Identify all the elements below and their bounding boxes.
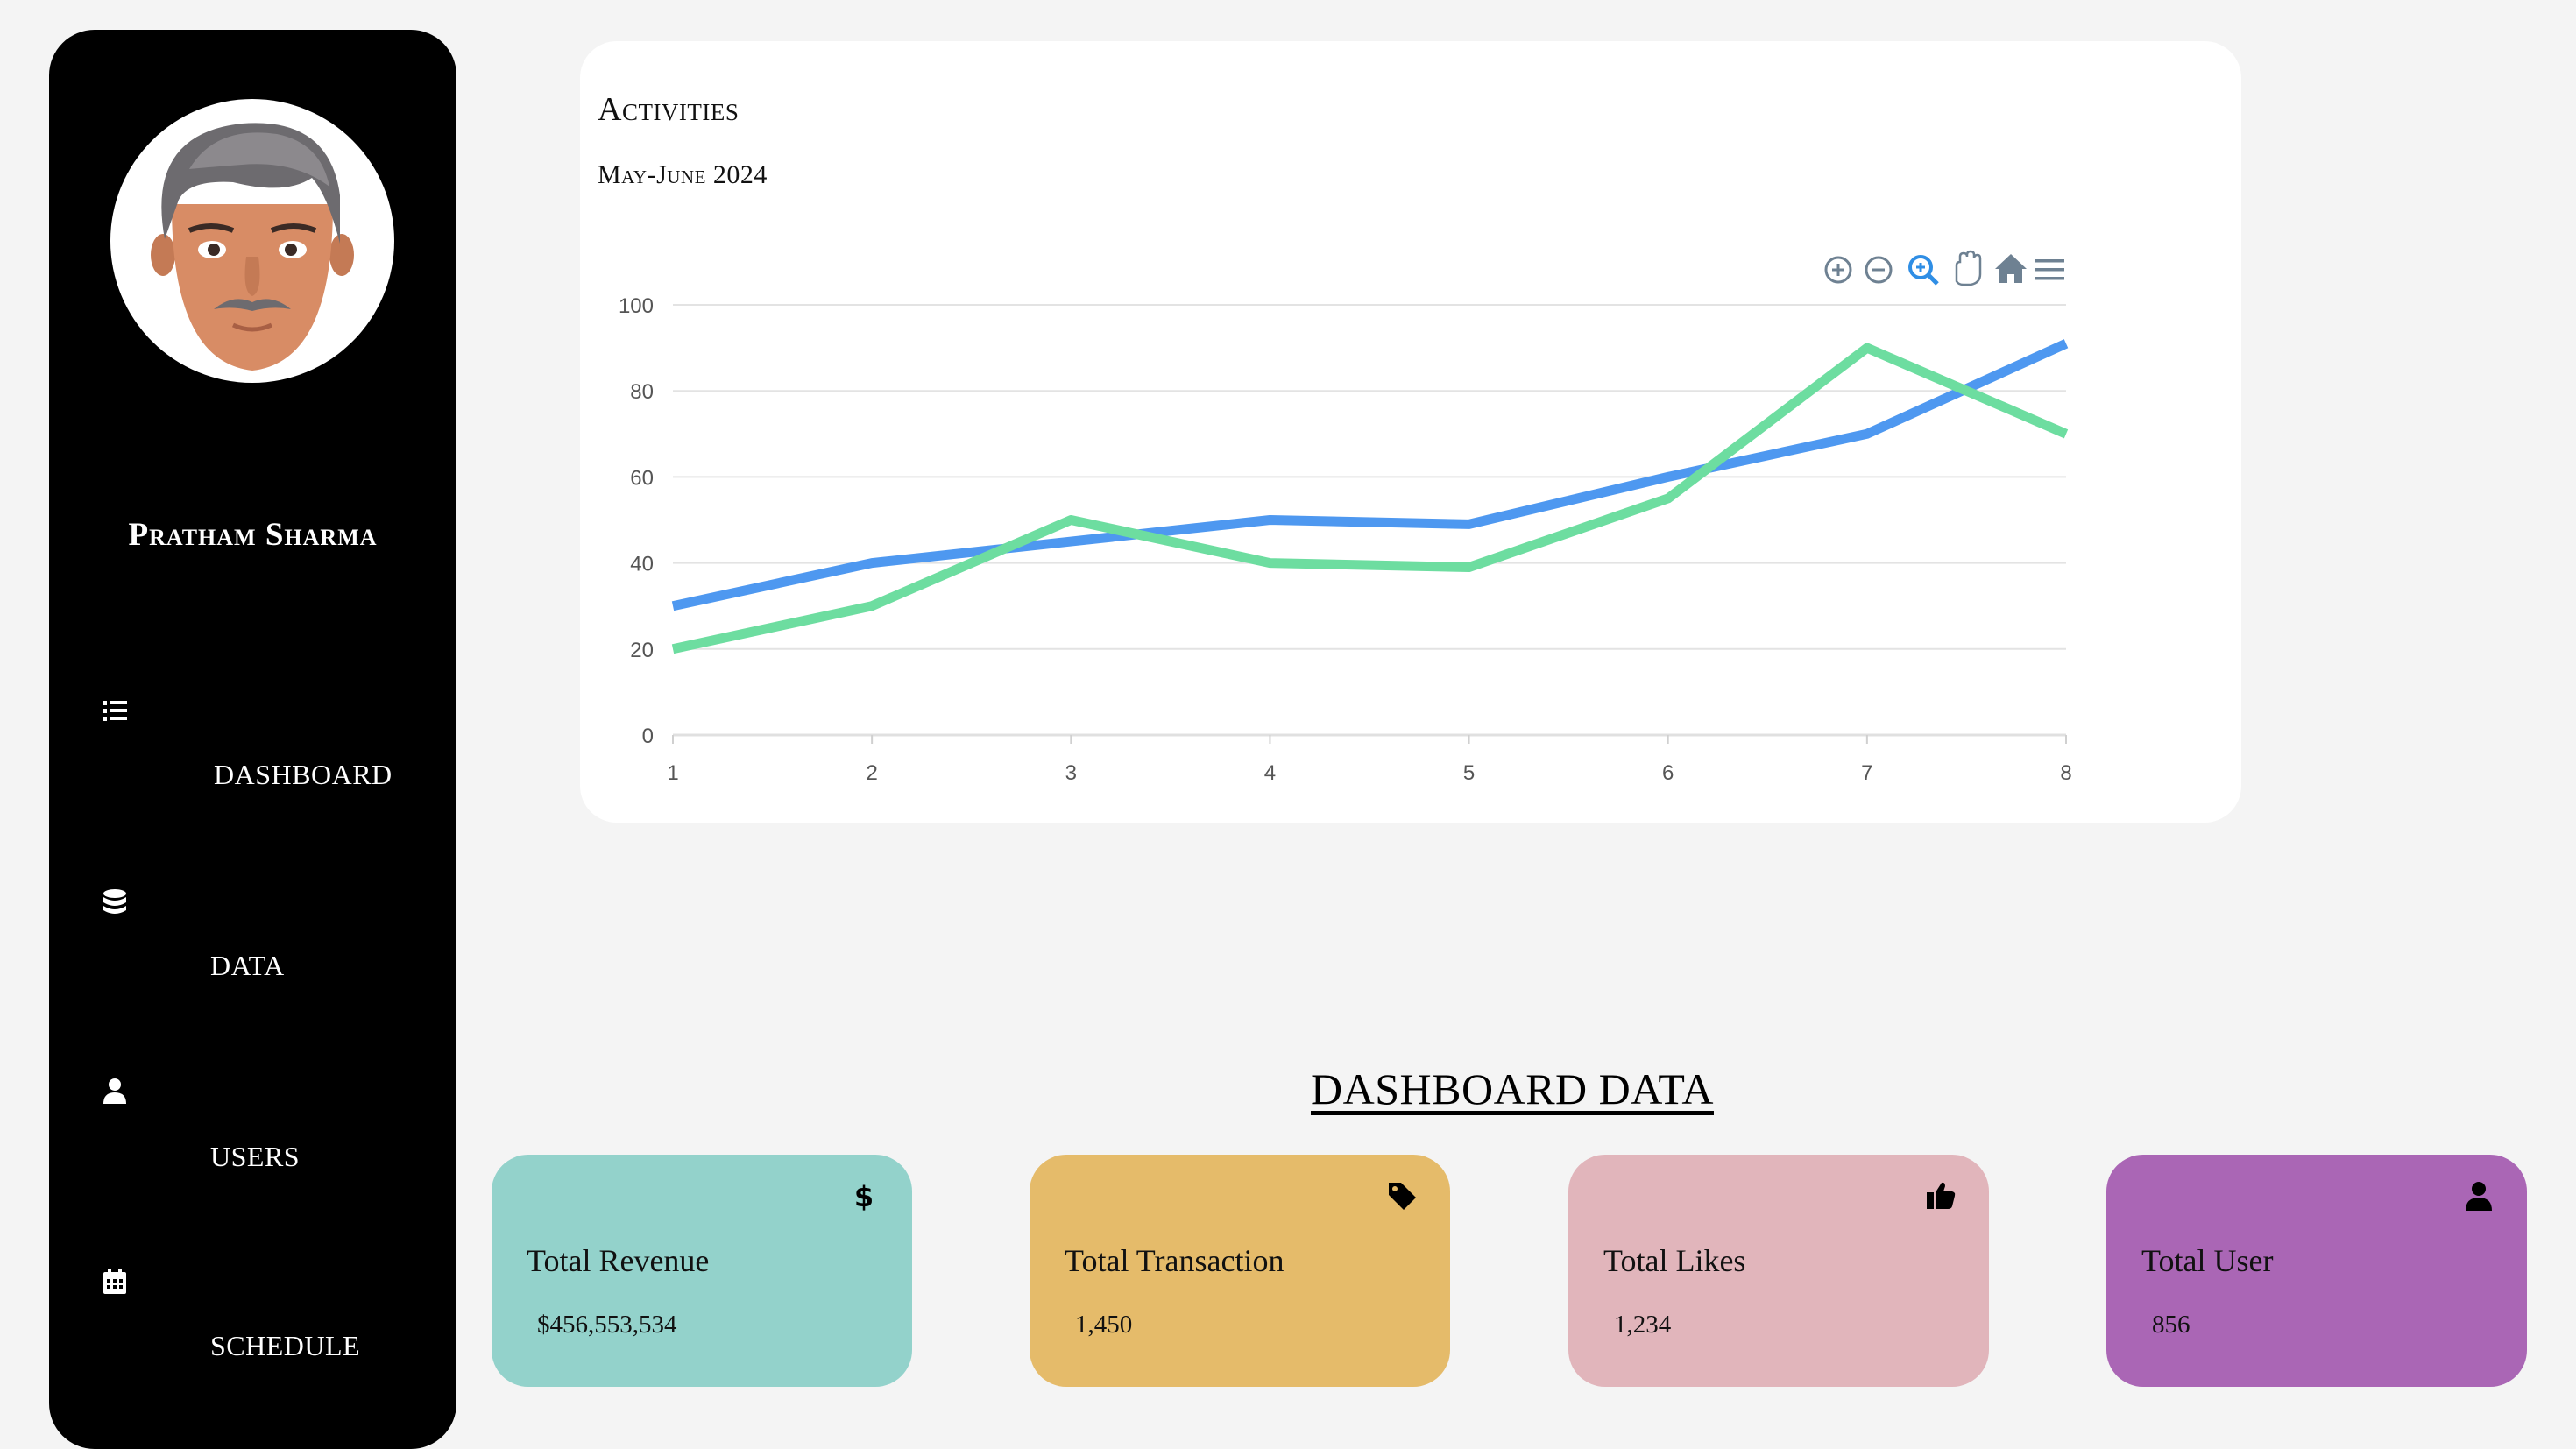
thumbs-up-icon: [1924, 1179, 1957, 1212]
chart-toolbar: [1824, 250, 2064, 286]
sidebar-item-label: SCHEDULE: [210, 1330, 361, 1361]
sidebar-item-label: USERS: [210, 1141, 301, 1172]
stat-value: 1,234: [1614, 1311, 1672, 1339]
stat-value: 1,450: [1075, 1311, 1133, 1339]
total-likes-card: Total Likes 1,234: [1568, 1155, 1989, 1387]
sidebar-item-label: DASHBOARD: [214, 759, 393, 790]
stat-label: Total User: [2141, 1243, 2274, 1278]
line-chart: 0 20 40 60 80 100 1 2 3 4 5 6 7 8: [619, 250, 2072, 785]
tag-icon: [1385, 1179, 1419, 1212]
database-icon: [100, 887, 130, 916]
profile-name: Pratham Sharma: [128, 517, 378, 553]
avatar: [110, 99, 394, 383]
dollar-icon: $: [847, 1179, 881, 1212]
series-line-2: [671, 343, 2069, 654]
x-tick-label: 4: [1264, 761, 1276, 785]
sidebar: Pratham Sharma DASHBOARD DATA USERS SCHE…: [49, 30, 456, 1449]
stat-value: $456,553,534: [537, 1311, 677, 1339]
x-tick-label: 6: [1662, 761, 1674, 785]
y-tick-label: 0: [642, 724, 654, 748]
pan-hand-icon[interactable]: [1955, 250, 1982, 286]
total-revenue-card: $ Total Revenue $456,553,534: [492, 1155, 912, 1387]
zoom-out-icon[interactable]: [1865, 256, 1893, 284]
x-tick-label: 3: [1065, 761, 1077, 785]
x-tick-label: 7: [1861, 761, 1872, 785]
avatar-illustration: [151, 123, 354, 371]
x-tick-label: 8: [2060, 761, 2071, 785]
menu-icon[interactable]: [2035, 259, 2064, 280]
activities-chart-card: Activities May-June 2024 0 20 40 60 80 100 1 2 3…: [580, 41, 2241, 823]
calendar-icon: [100, 1267, 130, 1297]
x-tick-label: 5: [1463, 761, 1475, 785]
total-user-card: Total User 856: [2106, 1155, 2527, 1387]
dashboard-data-title: DASHBOARD DATA: [1311, 1064, 1714, 1113]
stat-label: Total Transaction: [1065, 1243, 1284, 1278]
svg-text:$: $: [854, 1180, 874, 1212]
selection-zoom-icon[interactable]: [1908, 255, 1939, 286]
user-icon: [100, 1076, 130, 1106]
y-tick-label: 40: [630, 553, 654, 576]
stat-label: Total Revenue: [527, 1243, 710, 1278]
zoom-in-icon[interactable]: [1824, 256, 1852, 284]
stat-label: Total Likes: [1603, 1243, 1746, 1278]
x-tick-label: 1: [667, 761, 678, 785]
sidebar-item-label: DATA: [210, 950, 285, 981]
x-tick-label: 2: [866, 761, 877, 785]
total-transaction-card: Total Transaction 1,450: [1030, 1155, 1450, 1387]
y-tick-label: 60: [630, 466, 654, 490]
home-reset-icon[interactable]: [1995, 254, 2027, 283]
user-icon: [2462, 1179, 2495, 1212]
y-tick-label: 80: [630, 380, 654, 404]
y-tick-label: 100: [619, 294, 654, 318]
y-tick-label: 20: [630, 639, 654, 662]
list-icon: [100, 696, 130, 725]
stat-value: 856: [2152, 1311, 2190, 1339]
